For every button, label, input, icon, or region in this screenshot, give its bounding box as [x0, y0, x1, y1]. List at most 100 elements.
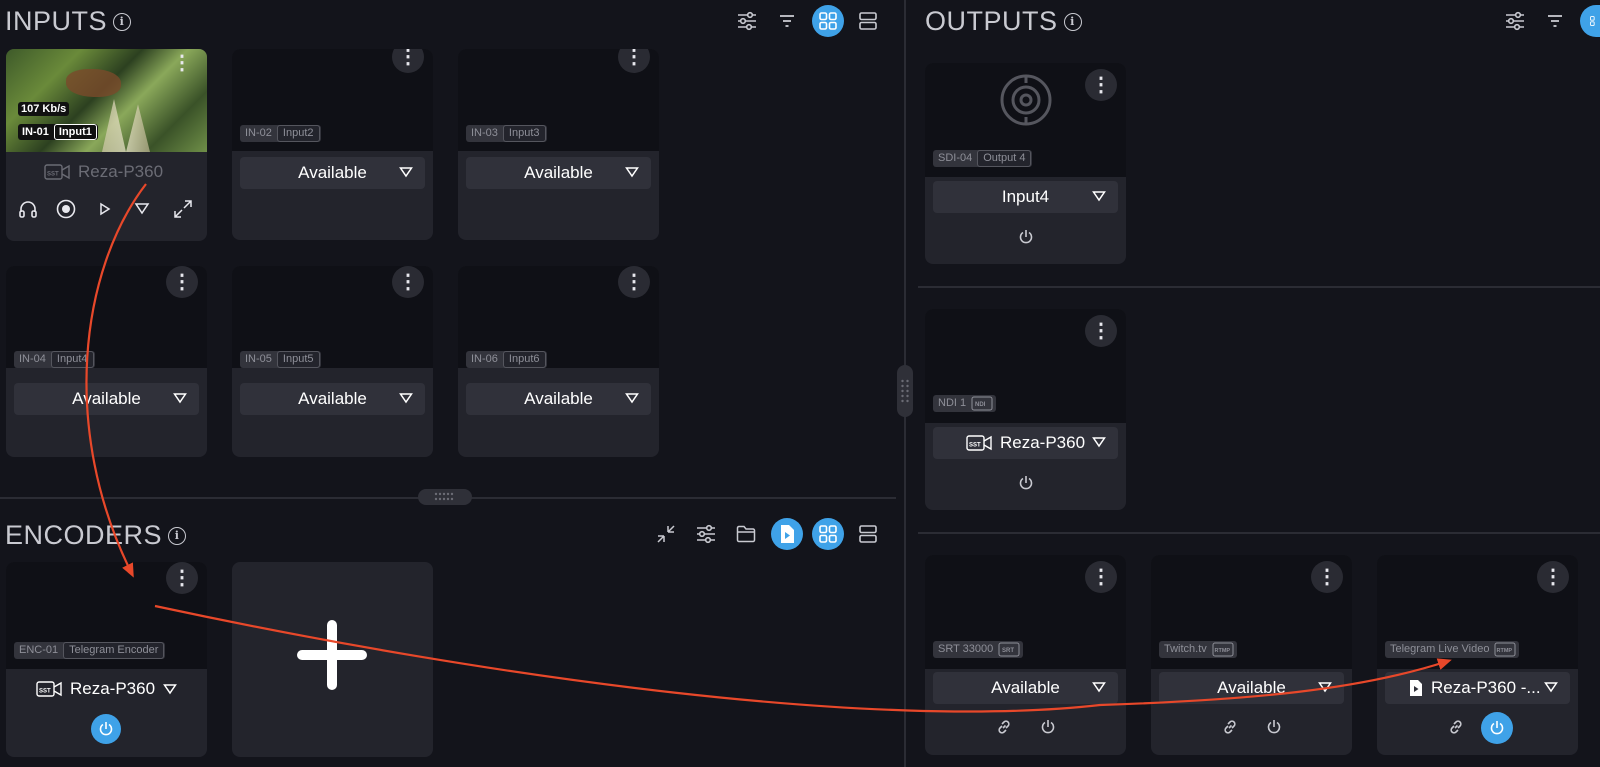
input-source-select[interactable]: Available: [466, 383, 651, 415]
input-id: IN-06: [471, 353, 498, 365]
caret-down-icon: [1092, 437, 1106, 448]
output-tags: Twitch.tv RTMP: [1159, 641, 1237, 658]
link-icon[interactable]: [1448, 719, 1464, 740]
output-card-menu[interactable]: ⋮: [1085, 69, 1117, 101]
caret-down-icon: [625, 393, 639, 404]
play-icon[interactable]: [96, 200, 114, 223]
power-button[interactable]: [1259, 712, 1289, 742]
input-card-2[interactable]: ⋮ IN-02 Input2 Available: [232, 49, 433, 240]
input-tags: IN-06 Input6: [466, 351, 547, 368]
svg-text:NDI: NDI: [975, 402, 986, 408]
input-source-select[interactable]: Available: [240, 157, 425, 189]
output-name: Twitch.tv: [1164, 643, 1207, 655]
link-icon[interactable]: [1222, 719, 1238, 740]
output-source-select[interactable]: Input4: [933, 181, 1118, 213]
input-name: Input3: [502, 125, 546, 142]
input-tags: IN-02 Input2: [240, 125, 321, 142]
input-card-menu[interactable]: ⋮: [392, 266, 424, 298]
input-card-menu[interactable]: ⋮: [618, 266, 650, 298]
inputs-header: INPUTS i: [5, 6, 132, 37]
input-card-1[interactable]: ⋮ 107 Kb/s IN-01 Input1 SST Reza-P360: [6, 49, 207, 241]
input-tags: IN-05 Input5: [240, 351, 321, 368]
input-source: SST Reza-P360: [44, 162, 163, 182]
power-button[interactable]: [1033, 712, 1063, 742]
power-button[interactable]: [1011, 468, 1041, 498]
grid-view-icon[interactable]: [1580, 5, 1600, 37]
output-source-select[interactable]: Available: [1159, 672, 1344, 704]
output-source-select[interactable]: Reza-P360 -...: [1385, 672, 1570, 704]
input-card-3[interactable]: ⋮ IN-03 Input3 Available: [458, 49, 659, 240]
sliders-icon[interactable]: [690, 518, 722, 550]
input-id: IN-05: [245, 353, 272, 365]
sdi-connector-icon: [1000, 74, 1052, 126]
output-card-menu[interactable]: ⋮: [1311, 561, 1343, 593]
filter-icon[interactable]: [771, 5, 803, 37]
power-button[interactable]: [1481, 712, 1513, 744]
power-button[interactable]: [91, 714, 121, 744]
filter-icon[interactable]: [1539, 5, 1571, 37]
add-encoder-button[interactable]: [232, 562, 433, 757]
output-source-select[interactable]: Available: [933, 672, 1118, 704]
input-card-6[interactable]: ⋮ IN-06 Input6 Available: [458, 266, 659, 457]
output-card-telegram[interactable]: ⋮ Telegram Live Video RTMP Reza-P360 -..…: [1377, 555, 1578, 755]
output-name: Output 4: [977, 150, 1032, 167]
encoder-card[interactable]: ⋮ ENC-01 Telegram Encoder SST Reza-P360: [6, 562, 207, 757]
folder-icon[interactable]: [730, 518, 762, 550]
grid-view-icon[interactable]: [812, 5, 844, 37]
input-source-select[interactable]: Available: [240, 383, 425, 415]
select-value: Available: [72, 389, 141, 408]
output-id: SDI-04: [938, 152, 973, 164]
link-icon[interactable]: [996, 719, 1012, 740]
output-card-menu[interactable]: ⋮: [1537, 561, 1569, 593]
select-value: Input4: [1001, 187, 1050, 206]
collapse-icon[interactable]: [650, 518, 682, 550]
outputs-header: OUTPUTS i: [925, 6, 1082, 37]
output-card-sdi[interactable]: ⋮ SDI-04 Output 4 Input4: [925, 63, 1126, 264]
caret-down-icon: [625, 167, 639, 178]
output-card-srt[interactable]: ⋮ SRT 33000 SRT Available: [925, 555, 1126, 755]
outputs-title: OUTPUTS: [925, 6, 1058, 36]
caret-down-icon: [1318, 682, 1332, 693]
output-card-twitch[interactable]: ⋮ Twitch.tv RTMP Available: [1151, 555, 1352, 755]
output-card-ndi[interactable]: ⋮ NDI 1 NDI SST Reza-P360: [925, 309, 1126, 510]
select-value: Available: [298, 163, 367, 182]
input-card-menu[interactable]: ⋮: [166, 266, 198, 298]
encoder-source-select[interactable]: SST Reza-P360: [6, 669, 207, 709]
file-video-icon[interactable]: [771, 518, 803, 550]
encoder-card-menu[interactable]: ⋮: [166, 562, 198, 594]
input-source-select[interactable]: Available: [14, 383, 199, 415]
input-card-4[interactable]: ⋮ IN-04 Input4 Available: [6, 266, 207, 457]
caret-down-icon: [1092, 682, 1106, 693]
record-icon[interactable]: [56, 199, 76, 224]
output-tags: SRT 33000 SRT: [933, 641, 1024, 658]
plus-icon: [297, 620, 367, 690]
power-icon: [1041, 720, 1055, 734]
select-value: Reza-P360: [69, 679, 156, 698]
power-button[interactable]: [1011, 222, 1041, 252]
list-view-icon[interactable]: [852, 5, 884, 37]
input-source-select[interactable]: Available: [466, 157, 651, 189]
output-card-menu[interactable]: ⋮: [1085, 315, 1117, 347]
sliders-icon[interactable]: [1499, 5, 1531, 37]
output-card-menu[interactable]: ⋮: [1085, 561, 1117, 593]
list-view-icon[interactable]: [852, 518, 884, 550]
dropdown-icon[interactable]: [134, 201, 150, 220]
sliders-icon[interactable]: [731, 5, 763, 37]
headphones-icon[interactable]: [18, 199, 42, 219]
input-id: IN-01: [22, 126, 49, 138]
encoder-id: ENC-01: [19, 644, 59, 656]
caret-down-icon: [173, 393, 187, 404]
encoders-title: ENCODERS: [5, 520, 163, 550]
output-source-select[interactable]: SST Reza-P360: [933, 427, 1118, 459]
vertical-resize-handle[interactable]: [897, 365, 913, 417]
info-icon[interactable]: i: [168, 526, 187, 545]
info-icon[interactable]: i: [113, 12, 132, 31]
power-icon: [1019, 230, 1033, 244]
input-card-5[interactable]: ⋮ IN-05 Input5 Available: [232, 266, 433, 457]
caret-down-icon: [1544, 682, 1558, 693]
grid-view-icon[interactable]: [812, 518, 844, 550]
resize-handle[interactable]: [418, 489, 472, 505]
fullscreen-icon[interactable]: [172, 198, 194, 225]
caret-down-icon: [1092, 191, 1106, 202]
info-icon[interactable]: i: [1063, 12, 1082, 31]
